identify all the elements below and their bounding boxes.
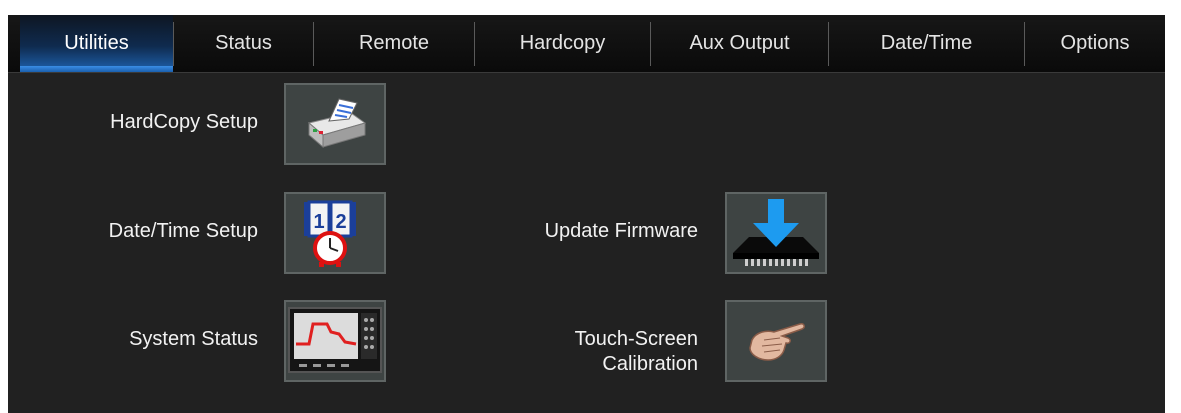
oscilloscope-icon [288, 307, 382, 373]
tab-label: Utilities [64, 32, 129, 54]
tab-status[interactable]: Status [174, 15, 313, 72]
touch-calibration-button[interactable] [725, 300, 827, 382]
tab-date-time[interactable]: Date/Time [829, 15, 1024, 72]
touch-calibration-label: Touch-Screen Calibration [468, 327, 698, 377]
tab-label: Options [1060, 32, 1130, 54]
tab-label: Remote [358, 32, 430, 54]
tab-options[interactable]: Options [1025, 15, 1165, 72]
datetime-setup-button[interactable]: 1 2 [284, 192, 386, 274]
utilities-panel: Utilities Status Remote Hardcopy Aux Out… [8, 15, 1165, 413]
pointing-hand-icon [749, 323, 805, 361]
update-firmware-button[interactable] [725, 192, 827, 274]
printer-icon [307, 98, 367, 149]
firmware-download-icon [733, 199, 819, 266]
tab-label: Hardcopy [519, 32, 606, 54]
tab-label: Aux Output [689, 32, 790, 54]
touch-calibration-line1: Touch-Screen [574, 328, 698, 350]
system-status-label: System Status [129, 328, 258, 350]
svg-text:2: 2 [335, 211, 346, 233]
hardcopy-setup-button[interactable] [284, 83, 386, 165]
touch-calibration-line2: Calibration [602, 353, 698, 375]
system-status-button[interactable] [284, 300, 386, 382]
update-firmware-label: Update Firmware [544, 220, 698, 242]
tab-label: Date/Time [880, 32, 973, 54]
tab-label: Status [215, 32, 272, 54]
calendar-clock-icon: 1 2 [304, 200, 356, 267]
datetime-setup-label: Date/Time Setup [108, 220, 258, 242]
tab-hardcopy[interactable]: Hardcopy [475, 15, 650, 72]
tab-aux-output[interactable]: Aux Output [651, 15, 828, 72]
tab-remote[interactable]: Remote [314, 15, 474, 72]
svg-text:1: 1 [313, 211, 324, 233]
tab-bar: Utilities Status Remote Hardcopy Aux Out… [8, 15, 1165, 73]
tab-utilities[interactable]: Utilities [20, 15, 173, 72]
hardcopy-setup-label: HardCopy Setup [110, 111, 258, 133]
